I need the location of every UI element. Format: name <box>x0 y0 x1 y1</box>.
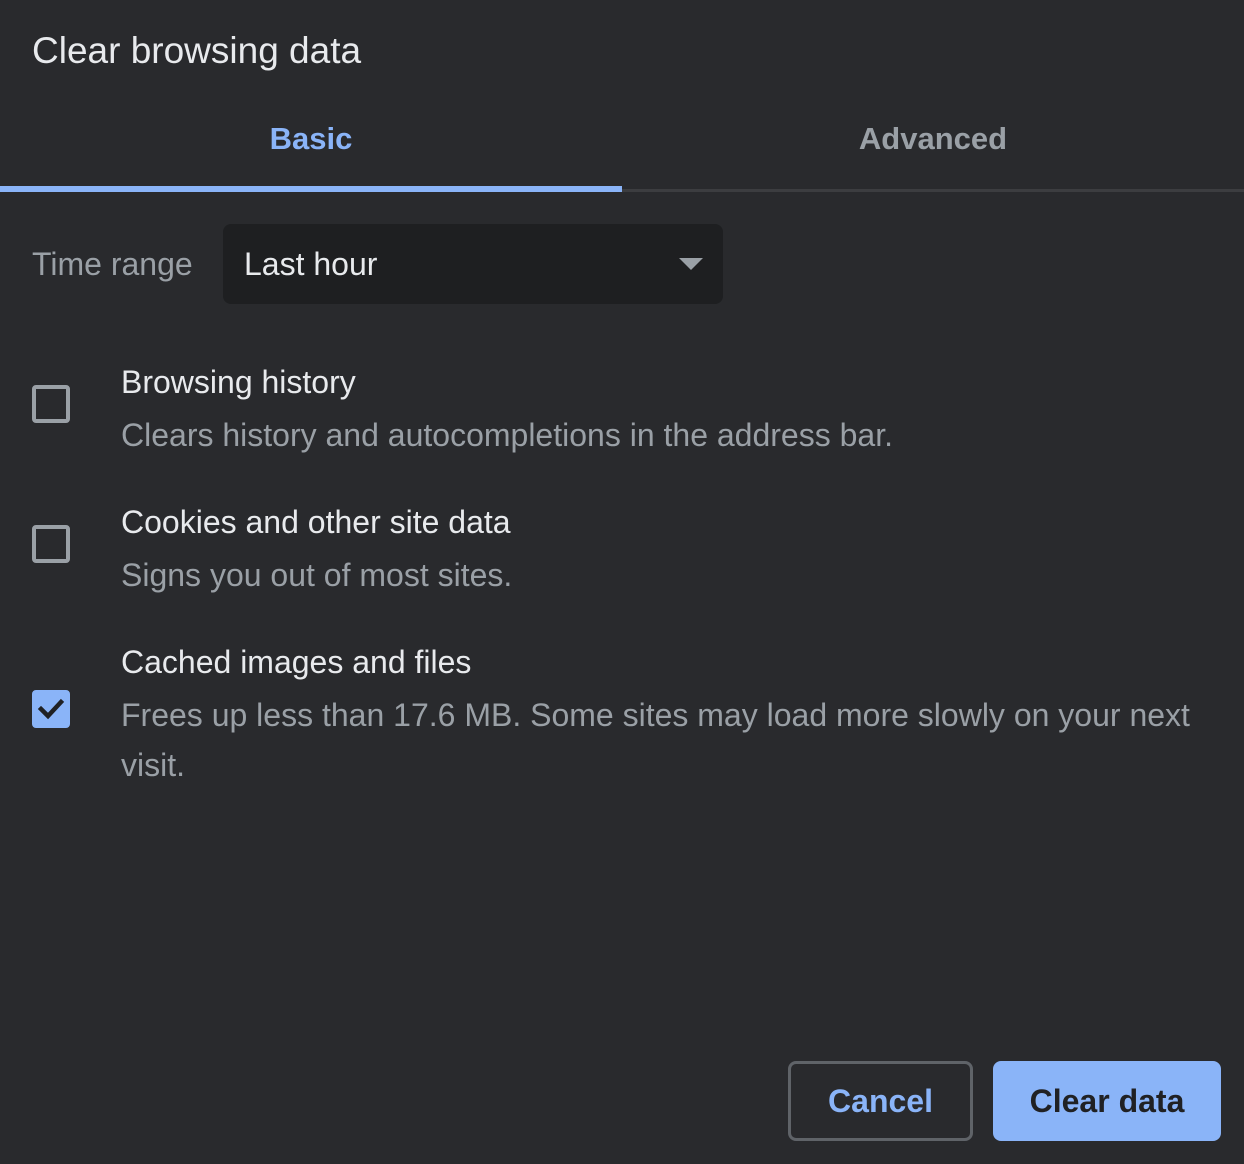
option-text: Browsing history Clears history and auto… <box>121 360 1204 460</box>
tab-basic[interactable]: Basic <box>0 100 622 192</box>
time-range-select[interactable]: Last hour <box>223 224 723 304</box>
option-description: Clears history and autocompletions in th… <box>121 417 893 453</box>
dialog-buttons: Cancel Clear data <box>788 1061 1221 1141</box>
checkmark-icon <box>37 698 65 720</box>
option-text: Cookies and other site data Signs you ou… <box>121 500 1204 600</box>
cookies-checkbox[interactable] <box>32 525 70 563</box>
option-description: Frees up less than 17.6 MB. Some sites m… <box>121 697 1190 783</box>
browsing-history-checkbox[interactable] <box>32 385 70 423</box>
clear-browsing-data-dialog: Clear browsing data Basic Advanced Time … <box>0 0 1244 1164</box>
dropdown-arrow-icon <box>679 258 703 270</box>
cached-images-checkbox[interactable] <box>32 690 70 728</box>
option-title: Browsing history <box>121 364 356 400</box>
option-description: Signs you out of most sites. <box>121 557 513 593</box>
cancel-button[interactable]: Cancel <box>788 1061 973 1141</box>
tab-bar: Basic Advanced <box>0 100 1244 192</box>
option-title: Cookies and other site data <box>121 504 511 540</box>
dialog-title: Clear browsing data <box>32 30 362 71</box>
option-text: Cached images and files Frees up less th… <box>121 640 1204 790</box>
time-range-label: Time range <box>32 245 193 282</box>
option-title: Cached images and files <box>121 644 472 680</box>
time-range-value: Last hour <box>244 245 378 282</box>
time-range-row: Time range Last hour <box>32 224 723 304</box>
clear-data-button[interactable]: Clear data <box>993 1061 1221 1141</box>
tab-advanced[interactable]: Advanced <box>622 100 1244 189</box>
